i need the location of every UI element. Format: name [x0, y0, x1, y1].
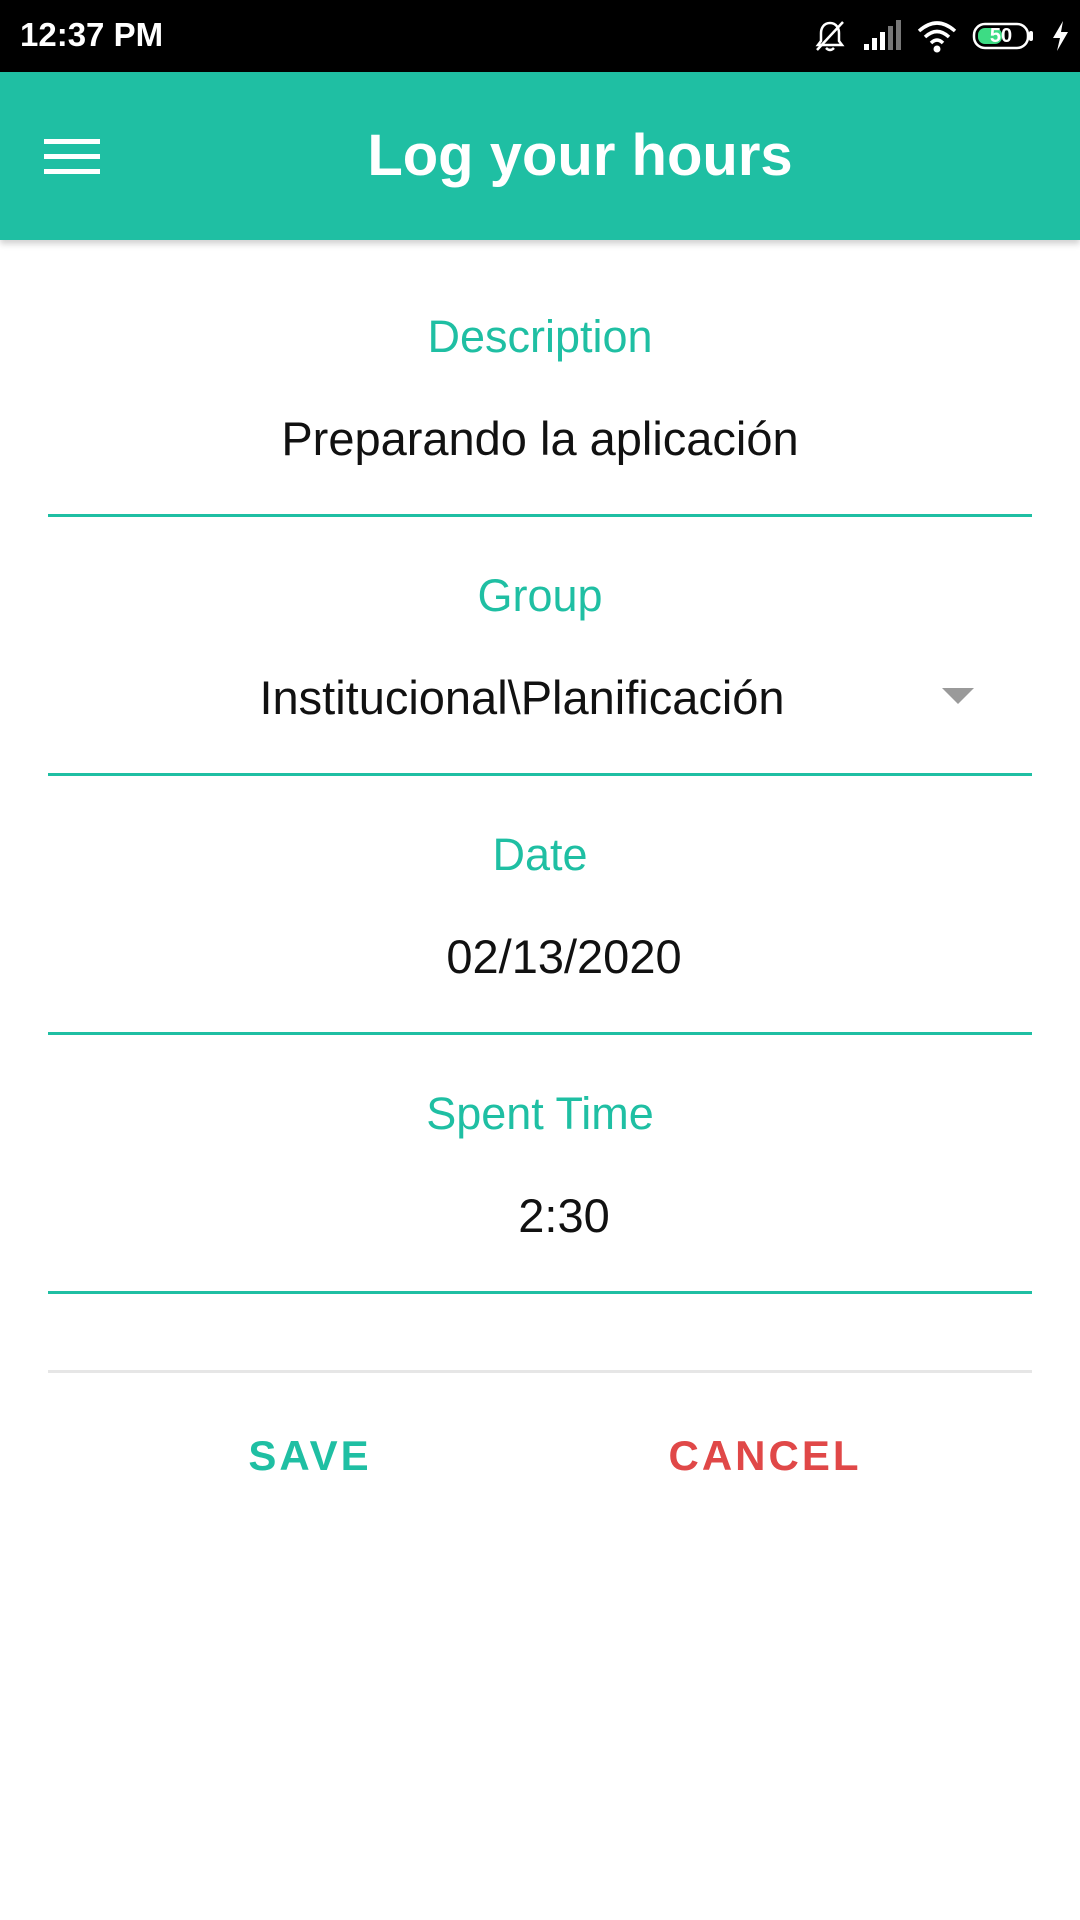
group-label: Group: [477, 570, 603, 621]
battery-level: 50: [989, 25, 1013, 47]
status-icons: 50: [812, 14, 1070, 58]
hamburger-menu-icon[interactable]: [36, 124, 108, 188]
bell-off-icon: [812, 18, 848, 54]
date-label: Date: [492, 829, 588, 880]
date-field-group: Date: [48, 758, 1056, 1035]
status-bar: 12:37 PM 50: [0, 0, 1080, 72]
group-field-group: Group Institucional\Planificación: [48, 499, 1032, 776]
signal-icon: [862, 20, 902, 52]
log-hours-form: Description Group Institucional\Planific…: [48, 240, 1056, 1294]
description-input[interactable]: [48, 411, 1032, 466]
app-bar: Log your hours: [0, 72, 1080, 240]
spent-time-field-group: Spent Time: [48, 1017, 1056, 1294]
spent-time-underline: [48, 1291, 1032, 1294]
date-input[interactable]: [72, 929, 1056, 984]
dropdown-arrow-icon[interactable]: [942, 688, 974, 704]
description-field-group: Description: [48, 240, 1032, 517]
actions-divider: [48, 1370, 1032, 1373]
save-button[interactable]: SAVE: [200, 1405, 420, 1505]
battery-icon: 50: [972, 22, 1036, 50]
charging-bolt-icon: [1050, 20, 1070, 52]
page-title: Log your hours: [367, 123, 793, 188]
description-label: Description: [427, 311, 653, 362]
status-time: 12:37 PM: [20, 16, 164, 53]
spent-time-label: Spent Time: [426, 1088, 654, 1139]
group-select[interactable]: Institucional\Planificación: [30, 670, 1014, 725]
spent-time-input[interactable]: [72, 1188, 1056, 1243]
wifi-icon: [916, 19, 958, 53]
cancel-button[interactable]: CANCEL: [655, 1405, 875, 1505]
